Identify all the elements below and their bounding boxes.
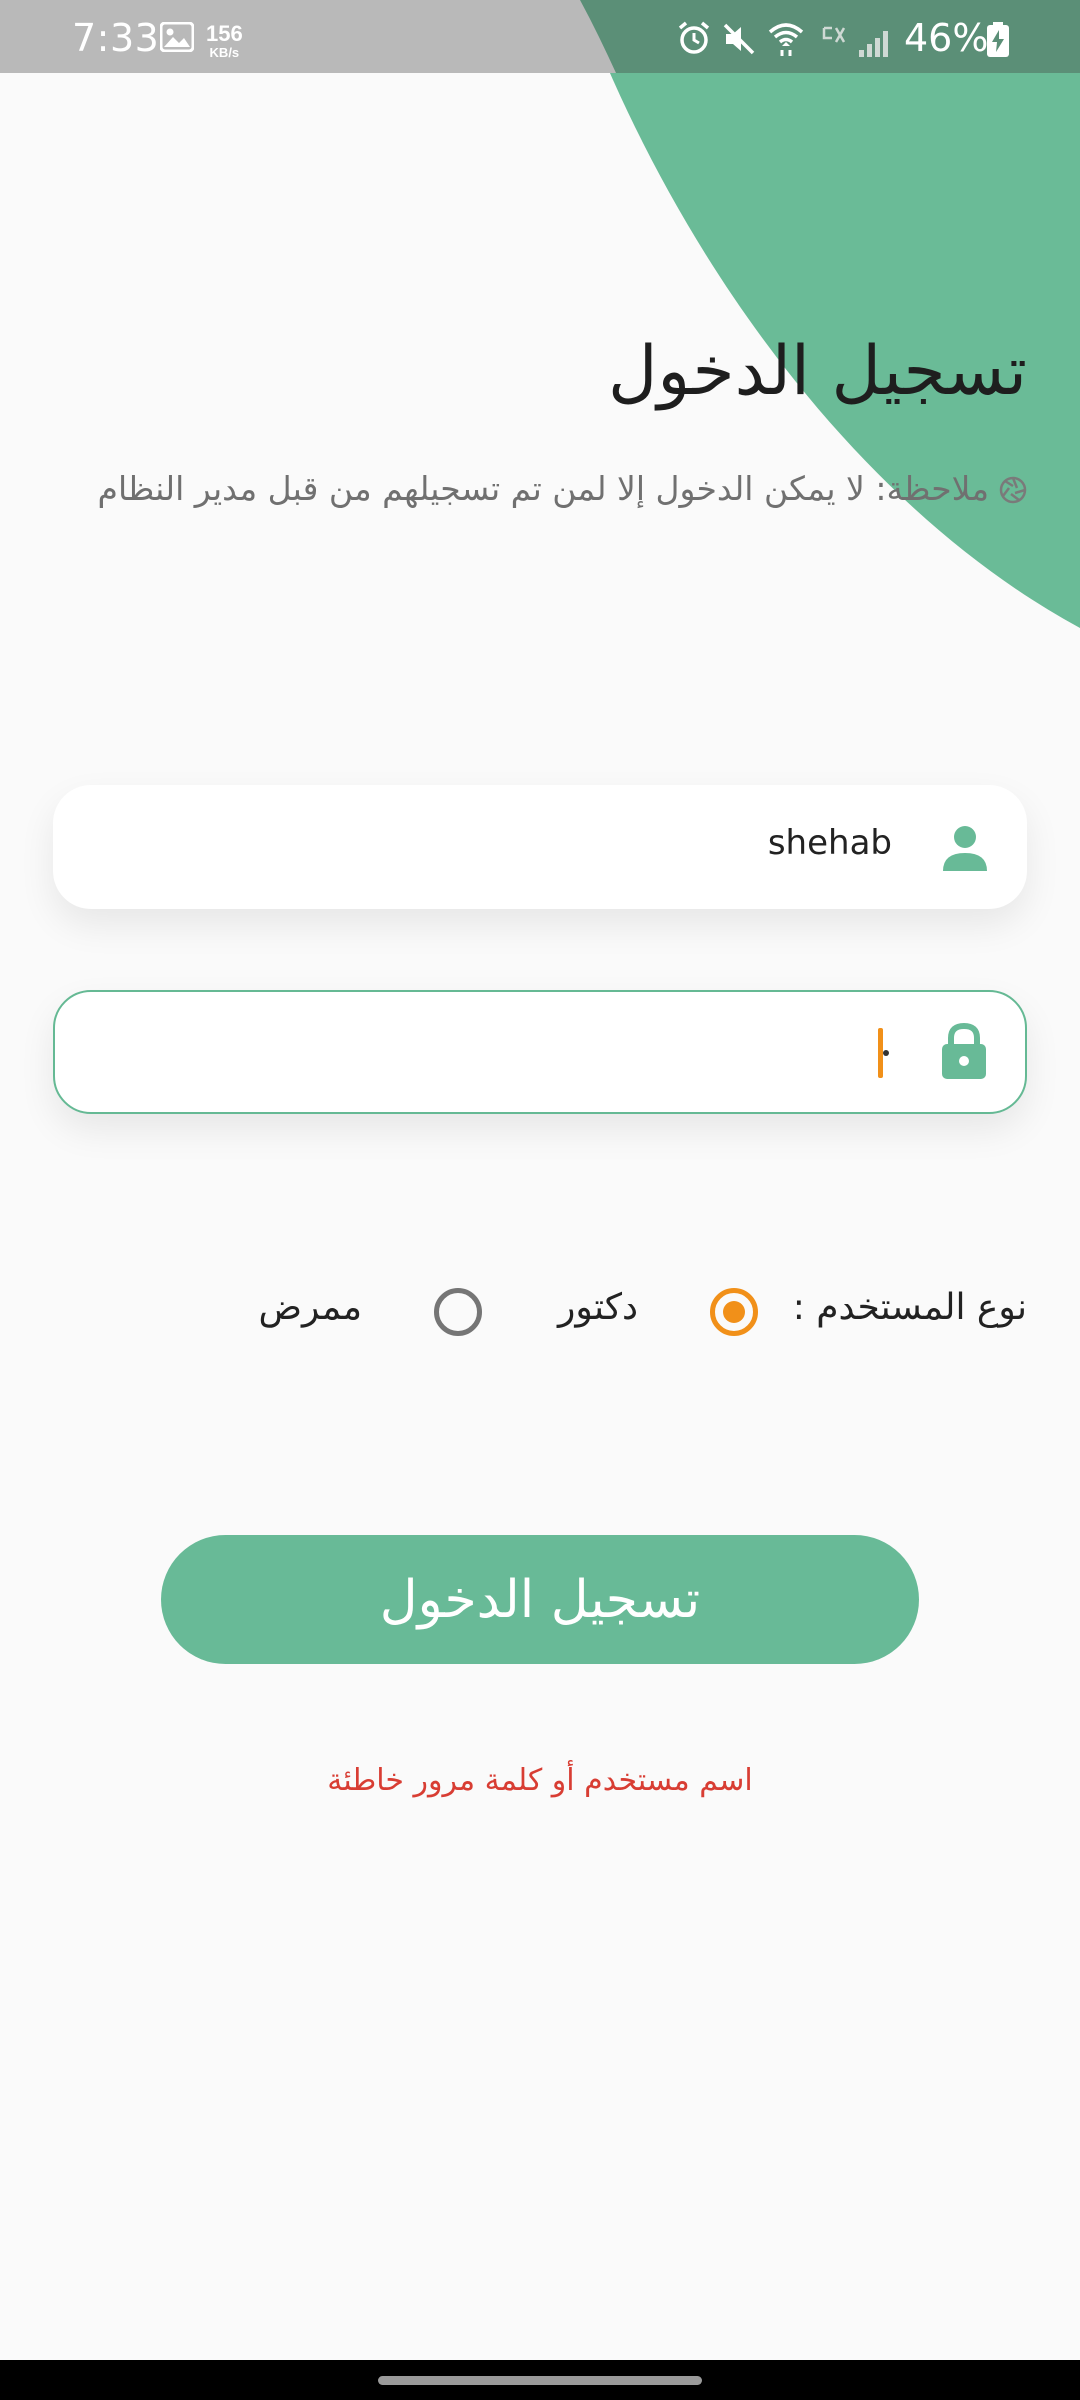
status-bar: 7:33 156 KB/s 46% bbox=[0, 0, 1080, 73]
wifi-icon bbox=[767, 20, 805, 62]
mute-icon bbox=[722, 22, 756, 60]
login-note-text: ملاحظة: لا يمكن الدخول إلا لمن تم تسجيله… bbox=[97, 469, 989, 508]
person-icon bbox=[941, 825, 989, 875]
password-mask-dot bbox=[883, 1050, 889, 1056]
password-field[interactable] bbox=[53, 990, 1027, 1114]
radio-nurse[interactable] bbox=[434, 1288, 482, 1336]
page-title: تسجيل الدخول bbox=[608, 332, 1027, 411]
network-speed: 156 KB/s bbox=[206, 21, 243, 60]
lock-icon bbox=[941, 1022, 987, 1084]
login-note: ملاحظة: لا يمكن الدخول إلا لمن تم تسجيله… bbox=[87, 463, 1027, 519]
gallery-icon bbox=[159, 21, 195, 56]
data-off-icon bbox=[822, 24, 846, 50]
radio-doctor-label[interactable]: دكتور bbox=[558, 1287, 638, 1328]
text-cursor bbox=[878, 1028, 883, 1078]
navigation-bar bbox=[0, 2360, 1080, 2400]
error-message: اسم مستخدم أو كلمة مرور خاطئة bbox=[327, 1763, 753, 1798]
shutter-icon bbox=[999, 467, 1027, 519]
login-button[interactable]: تسجيل الدخول bbox=[161, 1535, 919, 1664]
radio-nurse-label[interactable]: ممرض bbox=[259, 1287, 362, 1328]
battery-charging-icon bbox=[986, 22, 1010, 62]
corner-decoration bbox=[580, 0, 1080, 628]
battery-percentage: 46% bbox=[904, 16, 989, 60]
home-gesture-handle[interactable] bbox=[378, 2376, 702, 2385]
alarm-icon bbox=[676, 20, 712, 60]
user-type-label: نوع المستخدم : bbox=[792, 1287, 1027, 1328]
status-time: 7:33 bbox=[72, 16, 160, 60]
radio-doctor[interactable] bbox=[710, 1288, 758, 1336]
signal-icon bbox=[858, 28, 892, 62]
username-value: shehab bbox=[767, 823, 892, 863]
username-field[interactable]: shehab bbox=[53, 785, 1027, 909]
